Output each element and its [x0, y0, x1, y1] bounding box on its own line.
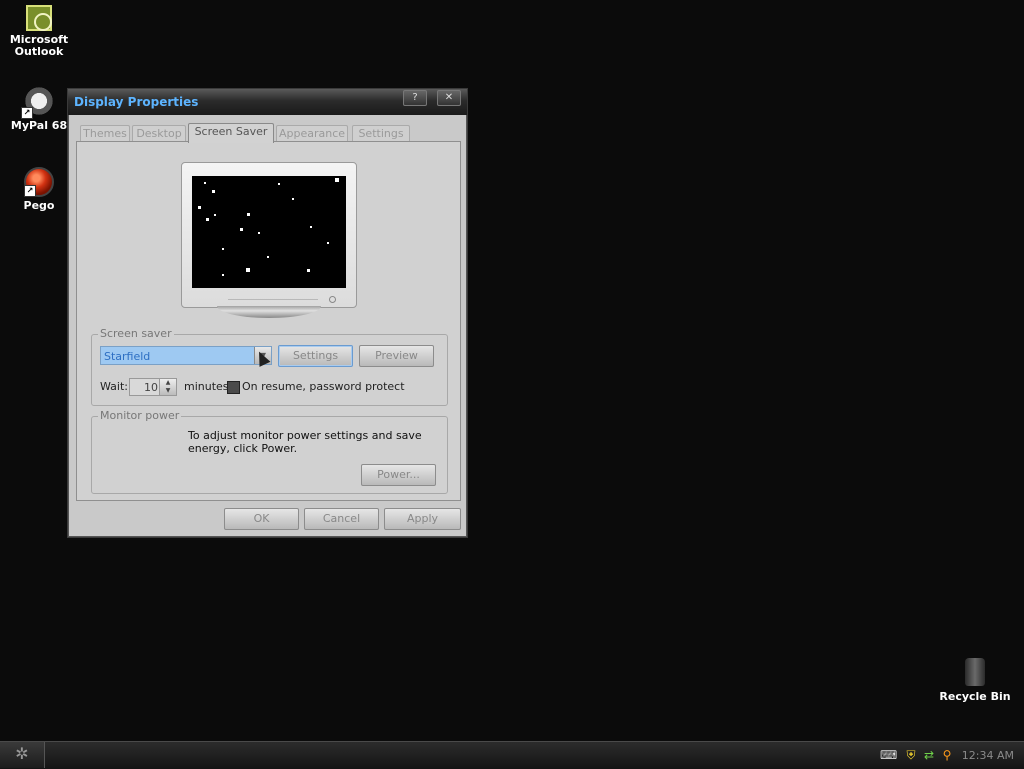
desktop-icon-mypal[interactable]: ↗ MyPal 68: [1, 85, 77, 132]
password-protect-label[interactable]: On resume, password protect: [242, 380, 405, 393]
window-title: Display Properties: [74, 95, 199, 109]
star: [292, 198, 294, 200]
group-label: Monitor power: [98, 409, 182, 422]
system-tray: ⌨ ⛨ ⇄ ⚲ 12:34 AM: [874, 742, 1024, 768]
title-bar[interactable]: Display Properties ? ✕: [68, 89, 467, 115]
desktop-icon-label: Pego: [23, 199, 55, 212]
shortcut-arrow-icon: ↗: [24, 185, 36, 197]
star: [267, 256, 269, 258]
star: [222, 248, 224, 250]
monitor-power-group: Monitor power To adjust monitor power se…: [91, 409, 448, 494]
star: [214, 214, 216, 216]
star: [247, 213, 250, 216]
star: [198, 206, 201, 209]
star: [310, 226, 312, 228]
shield-icon[interactable]: ⛨: [904, 748, 918, 762]
monitor-stand: [217, 306, 321, 318]
keyboard-icon[interactable]: ⌨: [880, 748, 897, 762]
star: [206, 218, 209, 221]
tab-appearance[interactable]: Appearance: [276, 125, 348, 142]
tab-screen-saver[interactable]: Screen Saver: [188, 123, 274, 143]
spin-arrows-icon[interactable]: ▲ ▼: [159, 379, 176, 395]
star: [335, 178, 339, 182]
start-icon: ✲: [15, 744, 29, 763]
star: [222, 274, 224, 276]
preview-button[interactable]: Preview: [359, 345, 434, 367]
taskbar: ✲ ⌨ ⛨ ⇄ ⚲ 12:34 AM: [0, 741, 1024, 769]
clock[interactable]: 12:34 AM: [962, 749, 1014, 762]
cancel-button[interactable]: Cancel: [304, 508, 379, 530]
desktop-icon-pego[interactable]: ↗ Pego: [1, 167, 77, 212]
screen-saver-panel: Screen saver Starfield ▼ Settings Previe…: [76, 141, 461, 501]
monitor-preview: [181, 162, 357, 318]
ok-button[interactable]: OK: [224, 508, 299, 530]
display-properties-window: Display Properties ? ✕ Themes Desktop Sc…: [67, 88, 468, 538]
desktop-icon-label: Outlook: [14, 45, 64, 58]
outlook-icon: [26, 5, 52, 31]
recycle-bin-icon: [959, 658, 991, 688]
tab-themes[interactable]: Themes: [80, 125, 130, 142]
tab-desktop[interactable]: Desktop: [132, 125, 186, 142]
monitor-power-led: [329, 296, 336, 303]
settings-button[interactable]: Settings: [278, 345, 353, 367]
screen-saver-select[interactable]: Starfield ▼: [100, 346, 272, 365]
desktop-icon-recycle-bin[interactable]: Recycle Bin: [937, 658, 1013, 703]
search-icon[interactable]: ⚲: [940, 748, 954, 762]
shortcut-arrow-icon: ↗: [21, 107, 33, 119]
star: [212, 190, 215, 193]
star: [246, 268, 250, 272]
star: [327, 242, 329, 244]
wait-minutes-stepper[interactable]: 10 ▲ ▼: [129, 378, 177, 396]
star: [204, 182, 206, 184]
network-icon[interactable]: ⇄: [922, 748, 936, 762]
window-client: Themes Desktop Screen Saver Appearance S…: [76, 123, 461, 530]
start-button[interactable]: ✲: [0, 742, 45, 768]
close-button[interactable]: ✕: [437, 90, 461, 106]
monitor-power-note: To adjust monitor power settings and sav…: [188, 429, 422, 455]
star: [240, 228, 243, 231]
power-button[interactable]: Power...: [361, 464, 436, 486]
minutes-label: minutes: [184, 380, 229, 393]
help-button[interactable]: ?: [403, 90, 427, 106]
star: [307, 269, 310, 272]
star: [258, 232, 260, 234]
wait-minutes-value: 10: [144, 381, 158, 394]
screen-saver-group: Screen saver Starfield ▼ Settings Previe…: [91, 327, 448, 406]
tab-settings[interactable]: Settings: [352, 125, 410, 142]
monitor-bezel: [181, 162, 357, 308]
apply-button[interactable]: Apply: [384, 508, 461, 530]
password-protect-checkbox[interactable]: [227, 381, 240, 394]
preview-screen: [192, 176, 346, 288]
mypal-icon: ↗: [21, 85, 55, 119]
desktop-icon-label: Recycle Bin: [939, 690, 1011, 703]
pego-icon: ↗: [24, 167, 54, 197]
star: [278, 183, 280, 185]
desktop-icon-label: MyPal 68: [10, 119, 68, 132]
wait-label: Wait:: [100, 380, 128, 393]
selected-screen-saver: Starfield: [104, 350, 151, 363]
desktop-icon-outlook[interactable]: Microsoft Outlook: [1, 5, 77, 58]
group-label: Screen saver: [98, 327, 174, 340]
monitor-slot: [228, 299, 318, 303]
